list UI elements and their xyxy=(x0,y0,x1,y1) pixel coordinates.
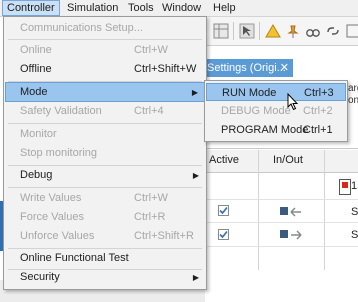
menu-item-run-mode[interactable]: RUN Mode Ctrl+3 xyxy=(206,83,346,101)
menu-item-shortcut: Ctrl+Shift+W xyxy=(134,63,197,75)
menu-item-debug-mode[interactable]: DEBUG Mode Ctrl+2 xyxy=(206,102,346,120)
menu-item-label: Monitor xyxy=(20,128,57,140)
mouse-cursor-icon xyxy=(287,93,299,111)
menu-item-monitor[interactable]: Monitor xyxy=(5,125,205,144)
truncated-text: arg xyxy=(348,83,358,94)
menu-item-label: Offline xyxy=(20,63,52,75)
menu-simulation[interactable]: Simulation xyxy=(63,1,122,15)
submenu-arrow-icon: ▶ xyxy=(192,273,199,282)
menu-item-shortcut: Ctrl+3 xyxy=(304,87,334,99)
pin-icon[interactable] xyxy=(285,23,301,39)
menu-item-shortcut: Ctrl+4 xyxy=(134,105,164,117)
submenu-arrow-icon: ▶ xyxy=(191,88,198,97)
binoculars-icon[interactable] xyxy=(305,23,321,39)
menu-tools[interactable]: Tools xyxy=(124,1,158,15)
menu-item-shortcut: Ctrl+R xyxy=(134,211,166,223)
menu-item-shortcut: Ctrl+2 xyxy=(303,105,333,117)
menu-item-unforce-values[interactable]: Unforce Values Ctrl+Shift+R xyxy=(5,227,205,246)
menu-item-online-functional-test[interactable]: Online Functional Test xyxy=(5,249,205,268)
menu-item-mode[interactable]: Mode ▶ xyxy=(5,82,205,102)
status-indicator xyxy=(339,179,351,195)
menu-item-label: Communications Setup... xyxy=(20,22,143,34)
menu-bar: Controller Simulation Tools Window Help xyxy=(0,0,358,17)
cursor-tool-icon[interactable] xyxy=(239,23,255,39)
grid-small-icon[interactable] xyxy=(345,23,358,39)
menu-item-label: Security xyxy=(20,271,60,283)
menu-item-write-values[interactable]: Write Values Ctrl+W xyxy=(5,189,205,208)
toolbar xyxy=(205,17,358,46)
menu-item-offline[interactable]: Offline Ctrl+Shift+W xyxy=(5,60,205,79)
menu-item-label: Write Values xyxy=(20,192,82,204)
table-cell: 1 xyxy=(351,180,358,192)
submenu-arrow-icon: ▶ xyxy=(192,171,199,180)
menu-item-program-mode[interactable]: PROGRAM Mode Ctrl+1 xyxy=(206,121,346,139)
close-icon[interactable]: ✕ xyxy=(280,59,289,77)
output-arrow-icon xyxy=(280,230,302,240)
warning-icon[interactable] xyxy=(265,23,281,39)
menu-item-label: Online xyxy=(20,44,52,56)
menu-item-shortcut: Ctrl+1 xyxy=(303,124,333,136)
mode-submenu: RUN Mode Ctrl+3 DEBUG Mode Ctrl+2 PROGRA… xyxy=(204,80,348,142)
menu-item-label: Unforce Values xyxy=(20,230,95,242)
menu-item-safety-validation[interactable]: Safety Validation Ctrl+4 xyxy=(5,102,205,121)
menu-item-label: PROGRAM Mode xyxy=(221,124,309,136)
menu-item-label: Stop monitoring xyxy=(20,147,98,159)
column-inout[interactable]: In/Out xyxy=(273,154,303,166)
menu-item-shortcut: Ctrl+W xyxy=(134,44,168,56)
grid-icon[interactable] xyxy=(213,23,229,39)
menu-item-security[interactable]: Security ▶ xyxy=(5,268,205,287)
menu-controller[interactable]: Controller xyxy=(2,0,60,16)
menu-item-label: Online Functional Test xyxy=(20,252,129,264)
menu-item-force-values[interactable]: Force Values Ctrl+R xyxy=(5,208,205,227)
controller-menu: Communications Setup... Online Ctrl+W Of… xyxy=(3,16,207,290)
menu-item-shortcut: Ctrl+Shift+R xyxy=(134,230,194,242)
tab-settings[interactable]: Settings (Origi... ✕ xyxy=(205,59,293,77)
table-cell: S xyxy=(351,229,358,241)
menu-item-communications-setup[interactable]: Communications Setup... xyxy=(5,19,205,38)
tab-label: Settings (Origi... xyxy=(207,62,286,74)
menu-item-label: Debug xyxy=(20,169,53,181)
menu-item-debug[interactable]: Debug ▶ xyxy=(5,166,205,185)
menu-item-shortcut: Ctrl+W xyxy=(134,192,168,204)
menu-item-label: Safety Validation xyxy=(20,105,102,117)
menu-window[interactable]: Window xyxy=(158,1,205,15)
menu-item-label: RUN Mode xyxy=(222,87,277,99)
menu-item-label: DEBUG Mode xyxy=(221,105,291,117)
menu-item-stop-monitoring[interactable]: Stop monitoring xyxy=(5,144,205,163)
checkbox-checked-icon[interactable] xyxy=(218,229,229,240)
link-icon[interactable] xyxy=(325,23,341,39)
menu-item-label: Mode xyxy=(20,86,48,98)
menu-item-online[interactable]: Online Ctrl+W xyxy=(5,41,205,60)
menu-item-label: Force Values xyxy=(20,211,84,223)
truncated-text: on xyxy=(348,95,358,106)
column-active[interactable]: Active xyxy=(209,154,239,166)
checkbox-checked-icon[interactable] xyxy=(218,205,229,216)
table-cell: S xyxy=(351,206,358,218)
input-arrow-icon xyxy=(280,207,301,217)
grid-header: Active In/Out xyxy=(205,150,358,173)
menu-help[interactable]: Help xyxy=(209,1,240,15)
